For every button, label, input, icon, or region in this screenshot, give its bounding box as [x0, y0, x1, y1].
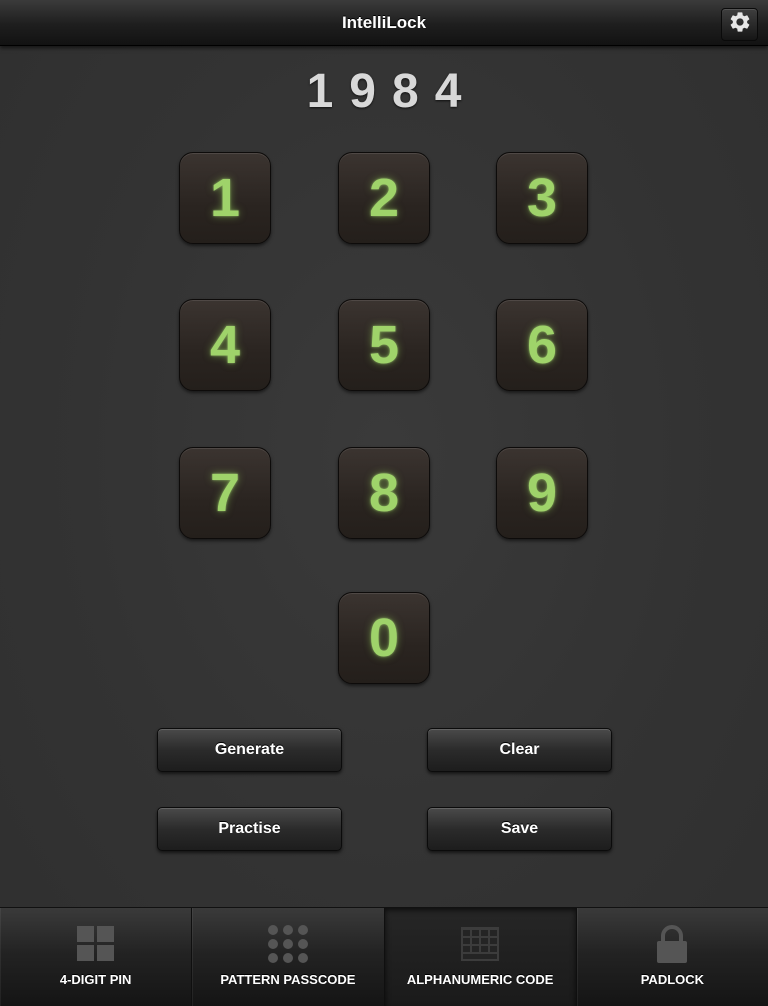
padlock-icon [650, 924, 694, 964]
navigation-bar: IntelliLock [0, 0, 768, 46]
dots-grid-icon [266, 924, 310, 964]
key-4[interactable]: 4 [179, 299, 271, 391]
key-5[interactable]: 5 [338, 299, 430, 391]
gear-icon [728, 10, 752, 39]
key-digit: 4 [209, 315, 241, 375]
key-7[interactable]: 7 [179, 447, 271, 539]
tab-padlock[interactable]: PADLOCK [577, 908, 768, 1006]
key-digit: 0 [368, 608, 400, 668]
keyboard-icon [458, 924, 502, 964]
key-8[interactable]: 8 [338, 447, 430, 539]
key-digit: 3 [526, 168, 558, 228]
tab-bar: 4-DIGIT PIN PATTERN PASSCODE ALPHANUMERI… [0, 907, 768, 1006]
generate-button[interactable]: Generate [157, 728, 342, 772]
key-6[interactable]: 6 [496, 299, 588, 391]
app-screen: IntelliLock 1984 1 2 3 4 5 6 7 8 9 0 Gen… [0, 0, 768, 1006]
tab-pattern-passcode[interactable]: PATTERN PASSCODE [192, 908, 385, 1006]
clear-button[interactable]: Clear [427, 728, 612, 772]
tab-label: PADLOCK [640, 972, 705, 987]
key-digit: 6 [526, 315, 558, 375]
settings-button[interactable] [721, 8, 758, 41]
save-button[interactable]: Save [427, 807, 612, 851]
key-digit: 7 [209, 463, 241, 523]
key-digit: 5 [368, 315, 400, 375]
key-9[interactable]: 9 [496, 447, 588, 539]
key-1[interactable]: 1 [179, 152, 271, 244]
practise-button[interactable]: Practise [157, 807, 342, 851]
tab-label: 4-DIGIT PIN [59, 972, 132, 987]
key-2[interactable]: 2 [338, 152, 430, 244]
key-3[interactable]: 3 [496, 152, 588, 244]
tab-label: PATTERN PASSCODE [220, 972, 356, 987]
key-digit: 2 [368, 168, 400, 228]
key-digit: 1 [209, 168, 241, 228]
app-title: IntelliLock [341, 13, 427, 32]
grid-icon [74, 924, 118, 964]
pin-display: 1984 [306, 65, 478, 118]
key-digit: 9 [526, 463, 558, 523]
tab-4-digit-pin[interactable]: 4-DIGIT PIN [0, 908, 193, 1006]
key-digit: 8 [368, 463, 400, 523]
tab-label: ALPHANUMERIC CODE [406, 972, 554, 987]
tab-alphanumeric-code[interactable]: ALPHANUMERIC CODE [384, 908, 577, 1006]
key-0[interactable]: 0 [338, 592, 430, 684]
